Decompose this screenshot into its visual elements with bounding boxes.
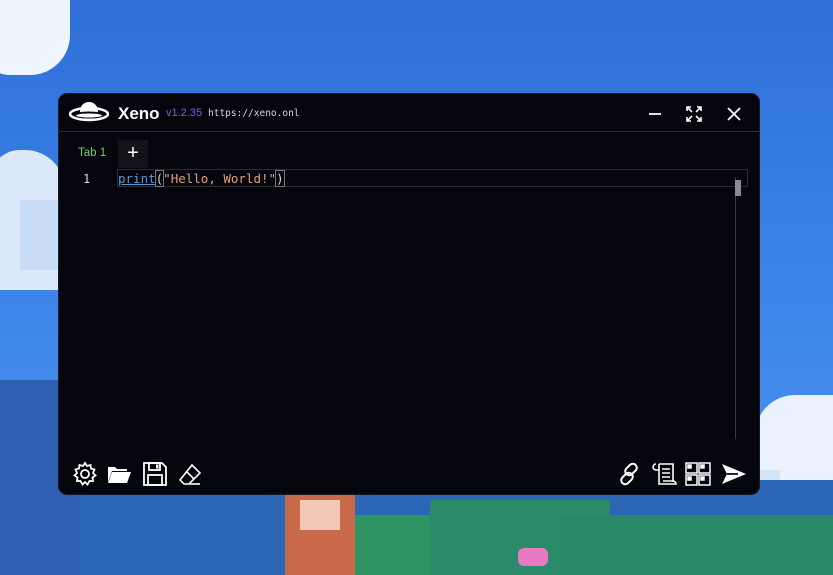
code-string: "Hello, World!" (163, 171, 277, 186)
link-icon (620, 462, 638, 486)
tab-1[interactable]: Tab 1 (78, 147, 106, 159)
line-number: 1 (83, 172, 91, 186)
scrollbar-thumb[interactable] (735, 180, 741, 196)
maximize-button[interactable] (683, 103, 705, 125)
add-tab-button[interactable]: + (118, 140, 148, 168)
app-url[interactable]: https://xeno.onl (208, 108, 300, 119)
send-icon (722, 464, 746, 484)
pixel-flower (518, 548, 548, 566)
code-editor[interactable]: 1 print("Hello, World!") (59, 168, 759, 458)
code-keyword: print (118, 171, 156, 186)
client-grid-icon (685, 462, 711, 486)
floppy-disk-icon (143, 462, 167, 486)
maximize-icon (686, 106, 702, 122)
tab-bar: Tab 1 + (59, 138, 759, 168)
clear-button[interactable] (176, 460, 204, 488)
close-button[interactable] (723, 103, 745, 125)
planet-logo-icon (68, 98, 110, 128)
code-line[interactable]: print("Hello, World!") (118, 170, 285, 187)
folder-icon (108, 467, 131, 483)
clients-button[interactable] (684, 460, 712, 488)
settings-button[interactable] (71, 460, 99, 488)
save-button[interactable] (141, 460, 169, 488)
code-paren-close: ) (275, 170, 285, 187)
gear-icon (73, 461, 97, 486)
scrollbar-track[interactable] (735, 177, 736, 439)
hill (560, 515, 833, 575)
close-icon (727, 107, 741, 121)
minimize-icon (649, 113, 661, 115)
xeno-window: Xeno v1.2.35 https://xeno.onl Tab 1 + 1 … (59, 94, 759, 494)
app-title: Xeno (118, 104, 160, 123)
link-button[interactable] (615, 460, 643, 488)
scroll-icon (652, 463, 677, 485)
minimize-button[interactable] (644, 103, 666, 125)
open-file-button[interactable] (105, 460, 133, 488)
pixel-character-face (300, 500, 340, 530)
cloud (0, 0, 70, 75)
cloud (20, 200, 60, 270)
execute-button[interactable] (720, 460, 748, 488)
app-version: v1.2.35 (166, 107, 203, 119)
eraser-icon (178, 463, 202, 485)
title-bar[interactable]: Xeno v1.2.35 https://xeno.onl (59, 94, 759, 132)
scripts-button[interactable] (651, 460, 679, 488)
bottom-toolbar (59, 454, 759, 494)
